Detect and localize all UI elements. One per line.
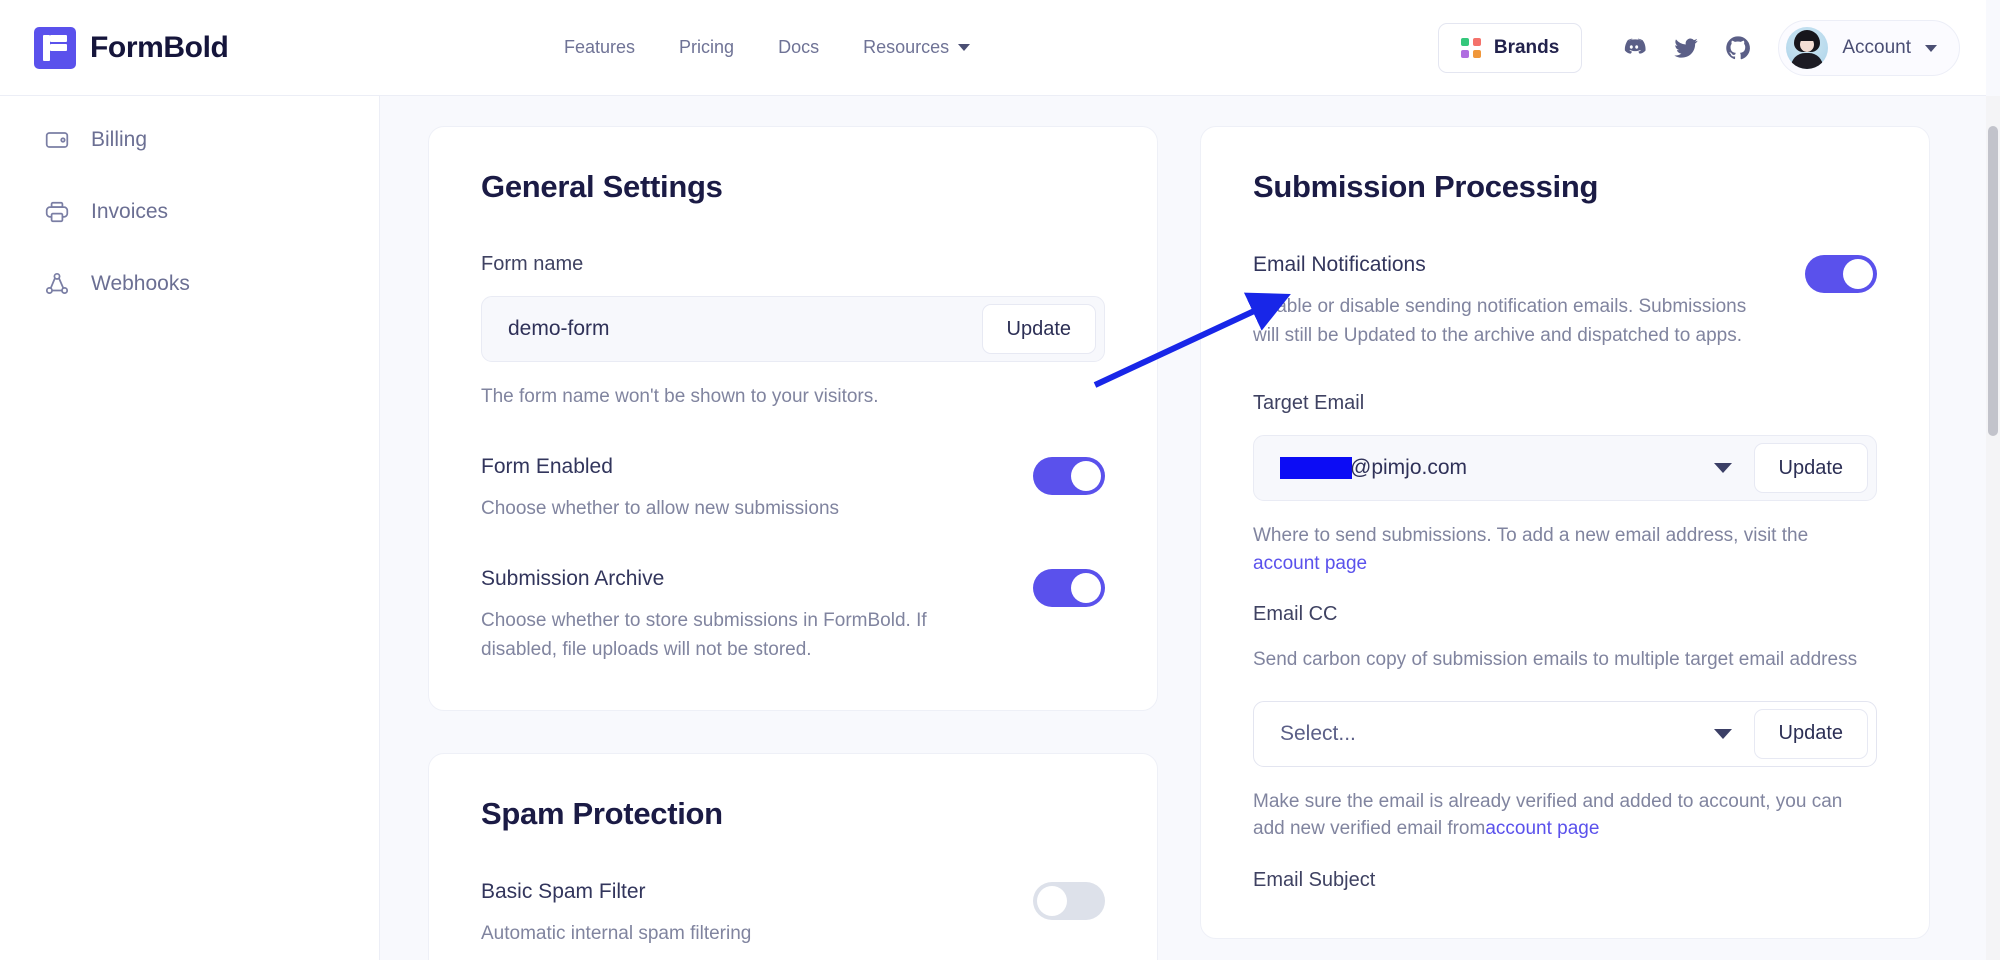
email-notifications-row: Email Notifications Enable or disable se… [1253, 253, 1877, 350]
spam-protection-card: Spam Protection Basic Spam Filter Automa… [428, 753, 1158, 960]
account-page-link[interactable]: account page [1485, 818, 1599, 839]
general-settings-card: General Settings Form name demo-form Upd… [428, 126, 1158, 712]
nav-right-cluster: Brands Account [1437, 0, 1960, 96]
form-enabled-desc: Choose whether to allow new submissions [481, 497, 840, 519]
left-column: General Settings Form name demo-form Upd… [428, 126, 1158, 960]
chevron-down-icon[interactable] [1713, 463, 1732, 473]
email-cc-select-group: Select... Update [1253, 700, 1877, 767]
email-subject-label: Email Subject [1253, 868, 1376, 891]
nav-link-features[interactable]: Features [564, 37, 635, 58]
nav-link-pricing-label: Pricing [679, 37, 735, 57]
brands-button-label: Brands [1493, 37, 1560, 58]
account-page-link[interactable]: account page [1253, 553, 1367, 574]
main-content: General Settings Form name demo-form Upd… [380, 96, 1986, 960]
form-name-helper: The form name won't be shown to your vis… [481, 386, 879, 407]
target-email-update-button[interactable]: Update [1753, 443, 1868, 493]
form-name-label: Form name [481, 253, 584, 275]
app-root: FormBold Features Pricing Docs Resources [0, 0, 2000, 960]
account-menu-label: Account [1842, 37, 1911, 58]
nav-link-docs-label: Docs [778, 37, 820, 57]
target-email-helper: Where to send submissions. To add a new … [1253, 522, 1877, 577]
form-name-input-group: demo-form Update [481, 296, 1105, 362]
submission-archive-desc: Choose whether to store submissions in F… [481, 610, 927, 660]
form-name-update-button[interactable]: Update [981, 304, 1096, 354]
form-enabled-toggle[interactable] [1033, 456, 1105, 495]
submission-processing-card: Submission Processing Email Notification… [1200, 126, 1930, 939]
page-scrollbar[interactable] [1986, 96, 2000, 960]
chevron-down-icon[interactable] [1713, 728, 1732, 739]
primary-nav-links: Features Pricing Docs Resources [564, 37, 971, 58]
sidebar-item-billing[interactable]: Billing [0, 104, 379, 176]
redaction-block [1280, 457, 1352, 479]
nav-link-pricing[interactable]: Pricing [679, 37, 734, 58]
chevron-down-icon [958, 44, 971, 51]
form-name-input[interactable]: demo-form [508, 317, 982, 341]
email-cc-helper: Make sure the email is already verified … [1253, 788, 1877, 843]
submission-archive-title: Submission Archive [481, 567, 665, 591]
right-column: Submission Processing Email Notification… [1200, 126, 1930, 960]
chevron-down-icon [1925, 44, 1937, 52]
email-notifications-title: Email Notifications [1253, 253, 1426, 276]
nav-link-features-label: Features [564, 37, 636, 57]
email-cc-update-button[interactable]: Update [1753, 708, 1868, 759]
target-email-value[interactable]: @pimjo.com [1280, 456, 1714, 480]
brand-name: FormBold [90, 30, 229, 64]
brands-button[interactable]: Brands [1437, 23, 1583, 73]
submission-processing-title: Submission Processing [1253, 169, 1599, 204]
sidebar-item-billing-label: Billing [91, 128, 148, 151]
nav-link-resources[interactable]: Resources [863, 37, 971, 58]
form-enabled-row: Form Enabled Choose whether to allow new… [481, 455, 1105, 524]
grid-apps-icon [1460, 38, 1481, 58]
basic-spam-filter-row: Basic Spam Filter Automatic internal spa… [481, 880, 1105, 949]
sidebar-item-invoices[interactable]: Invoices [0, 176, 379, 248]
scrollbar-thumb[interactable] [1988, 126, 1998, 436]
target-email-helper-text: Where to send submissions. To add a new … [1253, 525, 1809, 546]
basic-spam-filter-toggle[interactable] [1033, 882, 1105, 921]
email-cc-value[interactable]: Select... [1280, 722, 1714, 746]
formbold-logo-icon [34, 26, 76, 69]
twitter-icon[interactable] [1660, 22, 1712, 74]
target-email-suffix: @pimjo.com [1350, 456, 1468, 479]
top-navigation-bar: FormBold Features Pricing Docs Resources [0, 0, 1986, 96]
basic-spam-filter-desc: Automatic internal spam filtering [481, 923, 752, 945]
webhook-nodes-icon [44, 271, 70, 297]
printer-icon [44, 199, 70, 225]
spam-protection-title: Spam Protection [481, 796, 723, 832]
submission-archive-toggle[interactable] [1033, 569, 1105, 608]
nav-link-resources-label: Resources [863, 37, 950, 57]
form-enabled-title: Form Enabled [481, 454, 613, 478]
discord-icon[interactable] [1608, 22, 1660, 74]
nav-link-docs[interactable]: Docs [778, 37, 819, 58]
sidebar-item-webhooks-label: Webhooks [91, 272, 190, 295]
email-cc-desc: Send carbon copy of submission emails to… [1253, 649, 1858, 671]
submission-archive-row: Submission Archive Choose whether to sto… [481, 567, 1105, 664]
general-settings-title: General Settings [481, 169, 723, 204]
github-icon[interactable] [1712, 22, 1764, 74]
account-menu-button[interactable]: Account [1778, 20, 1960, 76]
target-email-select-group: @pimjo.com Update [1253, 435, 1877, 501]
avatar [1786, 27, 1829, 69]
basic-spam-filter-title: Basic Spam Filter [481, 880, 646, 904]
sidebar: Billing Invoices Webhooks [0, 96, 380, 960]
sidebar-item-webhooks[interactable]: Webhooks [0, 248, 379, 320]
sidebar-item-invoices-label: Invoices [91, 200, 169, 223]
email-notifications-toggle[interactable] [1805, 255, 1877, 293]
target-email-label: Target Email [1253, 392, 1365, 414]
email-cc-label: Email CC [1253, 603, 1338, 626]
email-notifications-desc: Enable or disable sending notification e… [1253, 296, 1747, 346]
wallet-icon [44, 127, 70, 153]
brand-logo[interactable]: FormBold [34, 26, 294, 69]
